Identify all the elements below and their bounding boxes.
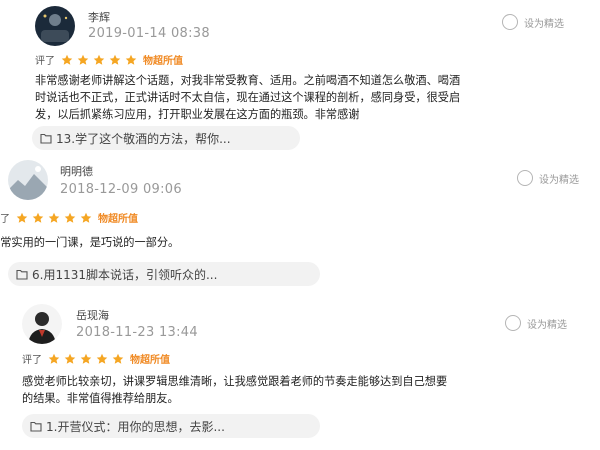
review-content: 非常感谢老师讲解这个话题，对我非常受教育、适用。之前喝酒不知道怎么敬酒、喝酒 时…: [35, 74, 461, 121]
username: 明明德: [60, 165, 93, 178]
lesson-title: 6.用1131脚本说话，引领听众的...: [32, 267, 218, 282]
star-icon: [64, 212, 76, 224]
set-featured-toggle[interactable]: 设为精选: [505, 315, 567, 331]
rating-text: 物超所值: [98, 214, 138, 225]
radio-icon[interactable]: [517, 170, 533, 186]
review-datetime: 2018-12-09 09:06: [60, 182, 182, 197]
rating-row: 评了 物超所值: [0, 210, 138, 225]
lesson-link[interactable]: 6.用1131脚本说话，引领听众的...: [8, 262, 320, 286]
set-featured-toggle[interactable]: 设为精选: [502, 14, 564, 30]
document-icon: [16, 269, 28, 280]
set-featured-toggle[interactable]: 设为精选: [517, 170, 579, 186]
document-icon: [40, 133, 52, 144]
star-icon: [80, 353, 92, 365]
star-icon: [48, 353, 60, 365]
review-item: 李辉 2019-01-14 08:38 设为精选 评了 物超所值 非常感谢老师讲…: [0, 0, 600, 150]
rating-row: 评了 物超所值: [22, 351, 170, 366]
star-icon: [16, 212, 28, 224]
star-icon: [77, 54, 89, 66]
username: 李辉: [88, 11, 110, 24]
star-icon: [125, 54, 137, 66]
star-icon: [80, 212, 92, 224]
set-featured-label: 设为精选: [539, 174, 579, 186]
radio-icon[interactable]: [505, 315, 521, 331]
rating-label: 评了: [0, 214, 10, 225]
star-rating: [16, 212, 96, 224]
star-icon: [32, 212, 44, 224]
document-icon: [30, 421, 42, 432]
review-item: 岳现海 2018-11-23 13:44 设为精选 评了 物超所值 感觉老师比较…: [0, 290, 600, 450]
star-rating: [61, 54, 141, 66]
username: 岳现海: [76, 309, 109, 322]
star-icon: [93, 54, 105, 66]
avatar[interactable]: [35, 6, 75, 46]
rating-row: 评了 物超所值: [35, 52, 183, 67]
lesson-title: 1.开营仪式：用你的思想，去影...: [46, 419, 225, 434]
star-rating: [48, 353, 128, 365]
star-icon: [61, 54, 73, 66]
lesson-link[interactable]: 1.开营仪式：用你的思想，去影...: [22, 414, 320, 438]
review-content: 非常实用的一门课，是巧说的一部分。: [0, 236, 180, 249]
radio-icon[interactable]: [502, 14, 518, 30]
review-datetime: 2018-11-23 13:44: [76, 325, 198, 340]
star-icon: [64, 353, 76, 365]
lesson-link[interactable]: 13.学了这个敬酒的方法，帮你...: [32, 126, 300, 150]
review-content: 感觉老师比较亲切，讲课罗辑思维清晰，让我感觉跟着老师的节奏走能够达到自己想要 的…: [22, 375, 448, 405]
avatar[interactable]: [22, 304, 62, 344]
rating-text: 物超所值: [143, 56, 183, 67]
review-item: 明明德 2018-12-09 09:06 设为精选 评了 物超所值 非常实用的一…: [0, 150, 600, 290]
set-featured-label: 设为精选: [527, 319, 567, 331]
review-datetime: 2019-01-14 08:38: [88, 26, 210, 41]
star-icon: [112, 353, 124, 365]
lesson-title: 13.学了这个敬酒的方法，帮你...: [56, 131, 231, 146]
avatar[interactable]: [8, 160, 48, 200]
star-icon: [96, 353, 108, 365]
rating-label: 评了: [22, 355, 42, 366]
rating-label: 评了: [35, 56, 55, 67]
star-icon: [109, 54, 121, 66]
rating-text: 物超所值: [130, 355, 170, 366]
set-featured-label: 设为精选: [524, 18, 564, 30]
star-icon: [48, 212, 60, 224]
